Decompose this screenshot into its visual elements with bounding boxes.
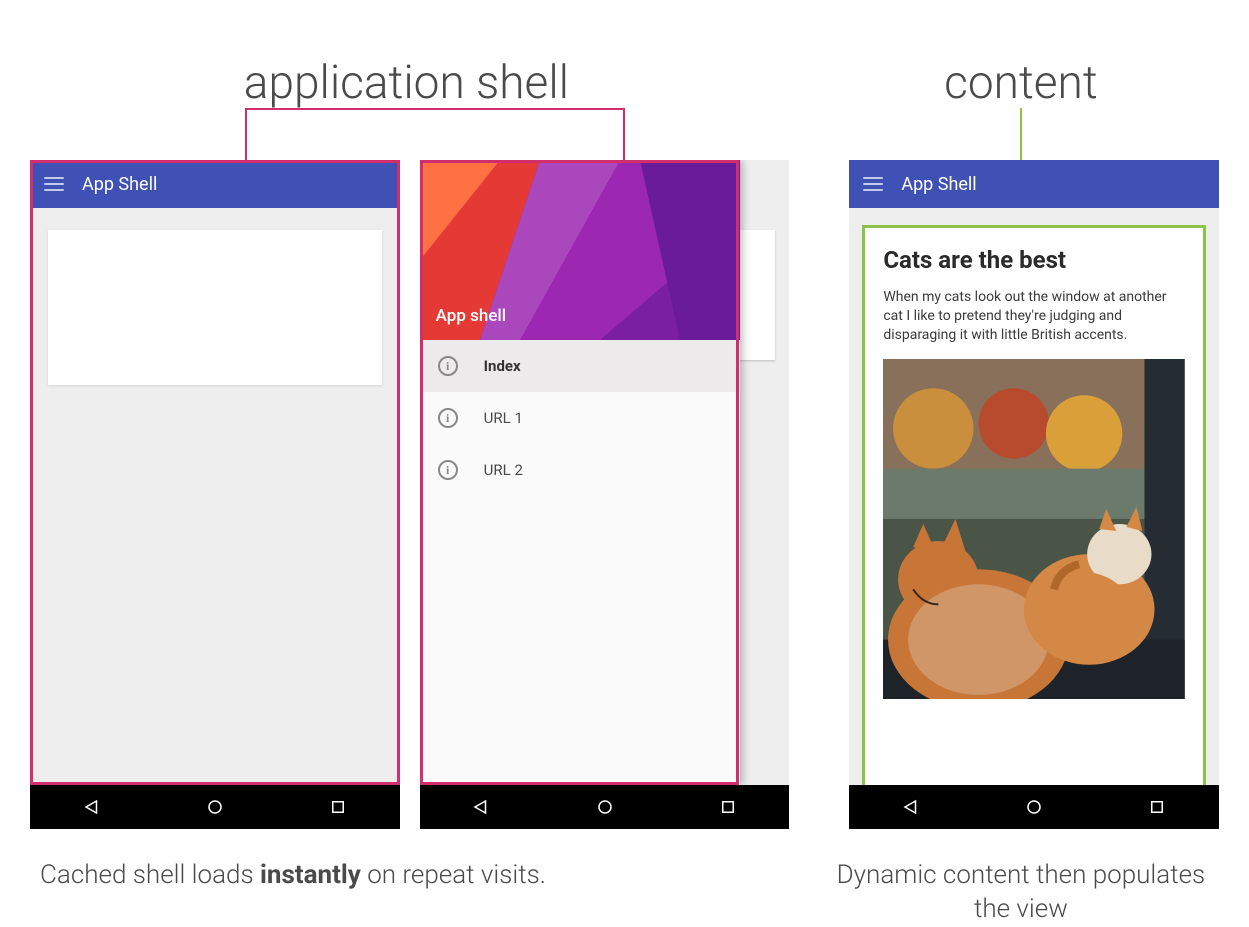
drawer-item-url1[interactable]: i URL 1 xyxy=(420,392,740,444)
content-body: When my cats look out the window at anot… xyxy=(883,288,1185,345)
drawer-header-label: App shell xyxy=(436,306,506,326)
drawer-item-label: URL 1 xyxy=(484,409,523,427)
caption-shell: Cached shell loads instantly on repeat v… xyxy=(30,859,783,927)
drawer-item-url2[interactable]: i URL 2 xyxy=(420,444,740,496)
nav-back-icon[interactable] xyxy=(472,798,490,816)
info-icon: i xyxy=(438,356,458,376)
phone-content: App Shell Cats are the best When my cats… xyxy=(849,160,1219,829)
drawer-item-label: URL 2 xyxy=(484,461,523,479)
label-application-shell: application shell xyxy=(30,56,783,110)
content-card: Cats are the best When my cats look out … xyxy=(865,228,1203,785)
appbar-title: App Shell xyxy=(82,174,157,195)
android-navbar xyxy=(30,785,400,829)
nav-back-icon[interactable] xyxy=(83,798,101,816)
connector-shell-drop-left xyxy=(245,108,247,160)
connector-shell-horizontal xyxy=(245,108,625,110)
drawer-panel: App shell i Index i URL 1 i URL 2 xyxy=(420,160,740,785)
hamburger-icon[interactable] xyxy=(44,177,64,191)
drawer-item-label: Index xyxy=(484,357,521,375)
nav-recent-icon[interactable] xyxy=(329,798,347,816)
connector-shell-drop-right xyxy=(623,108,625,160)
android-navbar xyxy=(849,785,1219,829)
nav-back-icon[interactable] xyxy=(902,798,920,816)
hamburger-icon[interactable] xyxy=(863,177,883,191)
content-title: Cats are the best xyxy=(883,246,1185,274)
phone-shell-empty: App Shell xyxy=(30,160,400,829)
nav-recent-icon[interactable] xyxy=(719,798,737,816)
info-icon: i xyxy=(438,408,458,428)
appbar: App Shell xyxy=(30,160,400,208)
caption-content: Dynamic content then populates the view xyxy=(823,859,1219,927)
nav-home-icon[interactable] xyxy=(206,798,224,816)
drawer-item-index[interactable]: i Index xyxy=(420,340,740,392)
android-navbar xyxy=(420,785,790,829)
nav-home-icon[interactable] xyxy=(596,798,614,816)
nav-recent-icon[interactable] xyxy=(1148,798,1166,816)
drawer-header: App shell xyxy=(420,160,740,340)
appbar: App Shell xyxy=(849,160,1219,208)
empty-content-card xyxy=(48,230,382,385)
cats-photo xyxy=(883,359,1185,699)
phone-shell-drawer: App shell i Index i URL 1 i URL 2 xyxy=(420,160,790,829)
label-content: content xyxy=(823,56,1219,110)
content-peek xyxy=(739,160,789,785)
nav-home-icon[interactable] xyxy=(1025,798,1043,816)
appbar-title: App Shell xyxy=(901,174,976,195)
info-icon: i xyxy=(438,460,458,480)
